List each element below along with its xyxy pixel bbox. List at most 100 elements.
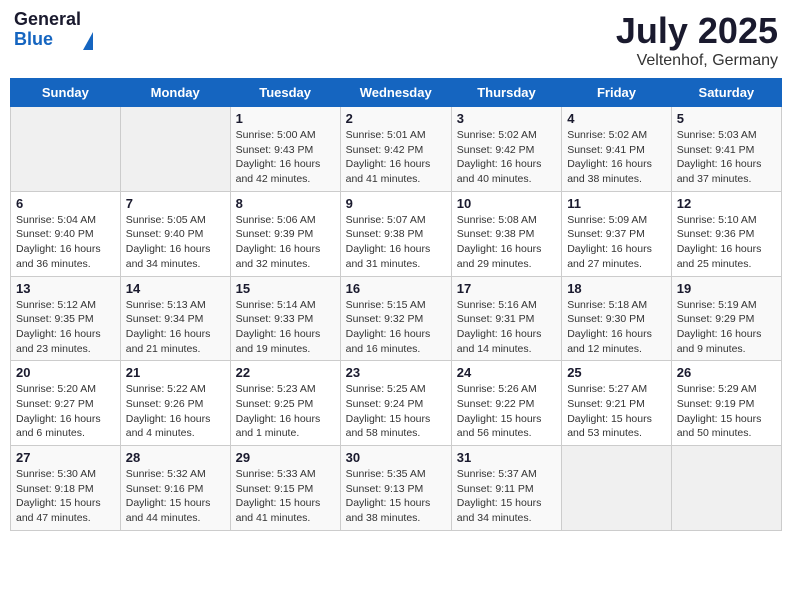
day-info: Sunrise: 5:18 AM Sunset: 9:30 PM Dayligh… bbox=[567, 298, 666, 357]
week-row-4: 20 Sunrise: 5:20 AM Sunset: 9:27 PM Dayli… bbox=[11, 361, 782, 446]
calendar-cell bbox=[120, 107, 230, 192]
day-info: Sunrise: 5:06 AM Sunset: 9:39 PM Dayligh… bbox=[236, 213, 335, 272]
day-number: 23 bbox=[346, 365, 446, 380]
day-number: 19 bbox=[677, 281, 776, 296]
title-block: July 2025 Veltenhof, Germany bbox=[616, 10, 778, 70]
day-number: 6 bbox=[16, 196, 115, 211]
calendar-cell: 31Sunrise: 5:37 AM Sunset: 9:11 PM Dayli… bbox=[451, 446, 561, 531]
day-number: 21 bbox=[126, 365, 225, 380]
day-number: 18 bbox=[567, 281, 666, 296]
calendar-cell bbox=[11, 107, 121, 192]
day-info: Sunrise: 5:26 AM Sunset: 9:22 PM Dayligh… bbox=[457, 382, 556, 441]
day-info: Sunrise: 5:29 AM Sunset: 9:19 PM Dayligh… bbox=[677, 382, 776, 441]
calendar-cell: 5 Sunrise: 5:03 AM Sunset: 9:41 PM Daylig… bbox=[671, 107, 781, 192]
day-info: Sunrise: 5:32 AM Sunset: 9:16 PM Dayligh… bbox=[126, 467, 225, 526]
day-number: 8 bbox=[236, 196, 335, 211]
calendar-cell: 17 Sunrise: 5:16 AM Sunset: 9:31 PM Dayli… bbox=[451, 276, 561, 361]
day-number: 16 bbox=[346, 281, 446, 296]
week-row-5: 27Sunrise: 5:30 AM Sunset: 9:18 PM Dayli… bbox=[11, 446, 782, 531]
calendar-cell: 19Sunrise: 5:19 AM Sunset: 9:29 PM Dayli… bbox=[671, 276, 781, 361]
day-number: 13 bbox=[16, 281, 115, 296]
day-number: 29 bbox=[236, 450, 335, 465]
day-number: 22 bbox=[236, 365, 335, 380]
day-number: 17 bbox=[457, 281, 556, 296]
day-info: Sunrise: 5:14 AM Sunset: 9:33 PM Dayligh… bbox=[236, 298, 335, 357]
calendar-cell: 25 Sunrise: 5:27 AM Sunset: 9:21 PM Dayli… bbox=[562, 361, 672, 446]
day-info: Sunrise: 5:16 AM Sunset: 9:31 PM Dayligh… bbox=[457, 298, 556, 357]
calendar-cell: 7 Sunrise: 5:05 AM Sunset: 9:40 PM Daylig… bbox=[120, 191, 230, 276]
page-header: General Blue July 2025 Veltenhof, German… bbox=[10, 10, 782, 70]
calendar-cell: 4 Sunrise: 5:02 AM Sunset: 9:41 PM Daylig… bbox=[562, 107, 672, 192]
calendar-cell: 16Sunrise: 5:15 AM Sunset: 9:32 PM Dayli… bbox=[340, 276, 451, 361]
calendar-cell: 22 Sunrise: 5:23 AM Sunset: 9:25 PM Dayli… bbox=[230, 361, 340, 446]
day-info: Sunrise: 5:23 AM Sunset: 9:25 PM Dayligh… bbox=[236, 382, 335, 441]
weekday-header-thursday: Thursday bbox=[451, 79, 561, 107]
calendar-cell: 1 Sunrise: 5:00 AM Sunset: 9:43 PM Daylig… bbox=[230, 107, 340, 192]
day-number: 9 bbox=[346, 196, 446, 211]
calendar-cell: 9 Sunrise: 5:07 AM Sunset: 9:38 PM Daylig… bbox=[340, 191, 451, 276]
weekday-header-saturday: Saturday bbox=[671, 79, 781, 107]
location-title: Veltenhof, Germany bbox=[616, 52, 778, 70]
weekday-header-row: SundayMondayTuesdayWednesdayThursdayFrid… bbox=[11, 79, 782, 107]
calendar-cell: 28 Sunrise: 5:32 AM Sunset: 9:16 PM Dayli… bbox=[120, 446, 230, 531]
calendar-cell: 12 Sunrise: 5:10 AM Sunset: 9:36 PM Dayli… bbox=[671, 191, 781, 276]
day-number: 7 bbox=[126, 196, 225, 211]
week-row-3: 13 Sunrise: 5:12 AM Sunset: 9:35 PM Dayli… bbox=[11, 276, 782, 361]
day-info: Sunrise: 5:27 AM Sunset: 9:21 PM Dayligh… bbox=[567, 382, 666, 441]
calendar-table: SundayMondayTuesdayWednesdayThursdayFrid… bbox=[10, 78, 782, 531]
calendar-cell: 29 Sunrise: 5:33 AM Sunset: 9:15 PM Dayli… bbox=[230, 446, 340, 531]
weekday-header-wednesday: Wednesday bbox=[340, 79, 451, 107]
day-info: Sunrise: 5:02 AM Sunset: 9:41 PM Dayligh… bbox=[567, 128, 666, 187]
day-number: 24 bbox=[457, 365, 556, 380]
calendar-cell: 20 Sunrise: 5:20 AM Sunset: 9:27 PM Dayli… bbox=[11, 361, 121, 446]
weekday-header-friday: Friday bbox=[562, 79, 672, 107]
day-info: Sunrise: 5:02 AM Sunset: 9:42 PM Dayligh… bbox=[457, 128, 556, 187]
calendar-cell: 11Sunrise: 5:09 AM Sunset: 9:37 PM Dayli… bbox=[562, 191, 672, 276]
day-info: Sunrise: 5:03 AM Sunset: 9:41 PM Dayligh… bbox=[677, 128, 776, 187]
day-number: 11 bbox=[567, 196, 666, 211]
day-number: 4 bbox=[567, 111, 666, 126]
calendar-cell: 24 Sunrise: 5:26 AM Sunset: 9:22 PM Dayli… bbox=[451, 361, 561, 446]
day-info: Sunrise: 5:10 AM Sunset: 9:36 PM Dayligh… bbox=[677, 213, 776, 272]
calendar-cell: 21Sunrise: 5:22 AM Sunset: 9:26 PM Dayli… bbox=[120, 361, 230, 446]
day-info: Sunrise: 5:12 AM Sunset: 9:35 PM Dayligh… bbox=[16, 298, 115, 357]
calendar-cell: 27Sunrise: 5:30 AM Sunset: 9:18 PM Dayli… bbox=[11, 446, 121, 531]
calendar-cell: 6 Sunrise: 5:04 AM Sunset: 9:40 PM Daylig… bbox=[11, 191, 121, 276]
calendar-cell: 3Sunrise: 5:02 AM Sunset: 9:42 PM Daylig… bbox=[451, 107, 561, 192]
day-number: 10 bbox=[457, 196, 556, 211]
day-number: 26 bbox=[677, 365, 776, 380]
calendar-cell: 14Sunrise: 5:13 AM Sunset: 9:34 PM Dayli… bbox=[120, 276, 230, 361]
day-info: Sunrise: 5:20 AM Sunset: 9:27 PM Dayligh… bbox=[16, 382, 115, 441]
weekday-header-sunday: Sunday bbox=[11, 79, 121, 107]
day-info: Sunrise: 5:33 AM Sunset: 9:15 PM Dayligh… bbox=[236, 467, 335, 526]
calendar-cell: 26 Sunrise: 5:29 AM Sunset: 9:19 PM Dayli… bbox=[671, 361, 781, 446]
day-number: 25 bbox=[567, 365, 666, 380]
day-number: 1 bbox=[236, 111, 335, 126]
day-info: Sunrise: 5:00 AM Sunset: 9:43 PM Dayligh… bbox=[236, 128, 335, 187]
week-row-1: 1 Sunrise: 5:00 AM Sunset: 9:43 PM Daylig… bbox=[11, 107, 782, 192]
day-number: 28 bbox=[126, 450, 225, 465]
calendar-cell: 13 Sunrise: 5:12 AM Sunset: 9:35 PM Dayli… bbox=[11, 276, 121, 361]
day-info: Sunrise: 5:07 AM Sunset: 9:38 PM Dayligh… bbox=[346, 213, 446, 272]
calendar-cell: 10 Sunrise: 5:08 AM Sunset: 9:38 PM Dayli… bbox=[451, 191, 561, 276]
month-title: July 2025 bbox=[616, 10, 778, 52]
logo-blue: Blue bbox=[14, 30, 81, 50]
day-number: 30 bbox=[346, 450, 446, 465]
day-info: Sunrise: 5:05 AM Sunset: 9:40 PM Dayligh… bbox=[126, 213, 225, 272]
calendar-cell: 23 Sunrise: 5:25 AM Sunset: 9:24 PM Dayli… bbox=[340, 361, 451, 446]
day-number: 2 bbox=[346, 111, 446, 126]
day-number: 20 bbox=[16, 365, 115, 380]
day-number: 12 bbox=[677, 196, 776, 211]
calendar-cell: 18 Sunrise: 5:18 AM Sunset: 9:30 PM Dayli… bbox=[562, 276, 672, 361]
day-info: Sunrise: 5:08 AM Sunset: 9:38 PM Dayligh… bbox=[457, 213, 556, 272]
calendar-cell: 2Sunrise: 5:01 AM Sunset: 9:42 PM Daylig… bbox=[340, 107, 451, 192]
logo-triangle-icon bbox=[83, 32, 93, 50]
day-info: Sunrise: 5:25 AM Sunset: 9:24 PM Dayligh… bbox=[346, 382, 446, 441]
calendar-cell: 8 Sunrise: 5:06 AM Sunset: 9:39 PM Daylig… bbox=[230, 191, 340, 276]
week-row-2: 6 Sunrise: 5:04 AM Sunset: 9:40 PM Daylig… bbox=[11, 191, 782, 276]
day-info: Sunrise: 5:37 AM Sunset: 9:11 PM Dayligh… bbox=[457, 467, 556, 526]
day-number: 5 bbox=[677, 111, 776, 126]
day-info: Sunrise: 5:04 AM Sunset: 9:40 PM Dayligh… bbox=[16, 213, 115, 272]
logo-general: General bbox=[14, 10, 81, 30]
day-info: Sunrise: 5:13 AM Sunset: 9:34 PM Dayligh… bbox=[126, 298, 225, 357]
